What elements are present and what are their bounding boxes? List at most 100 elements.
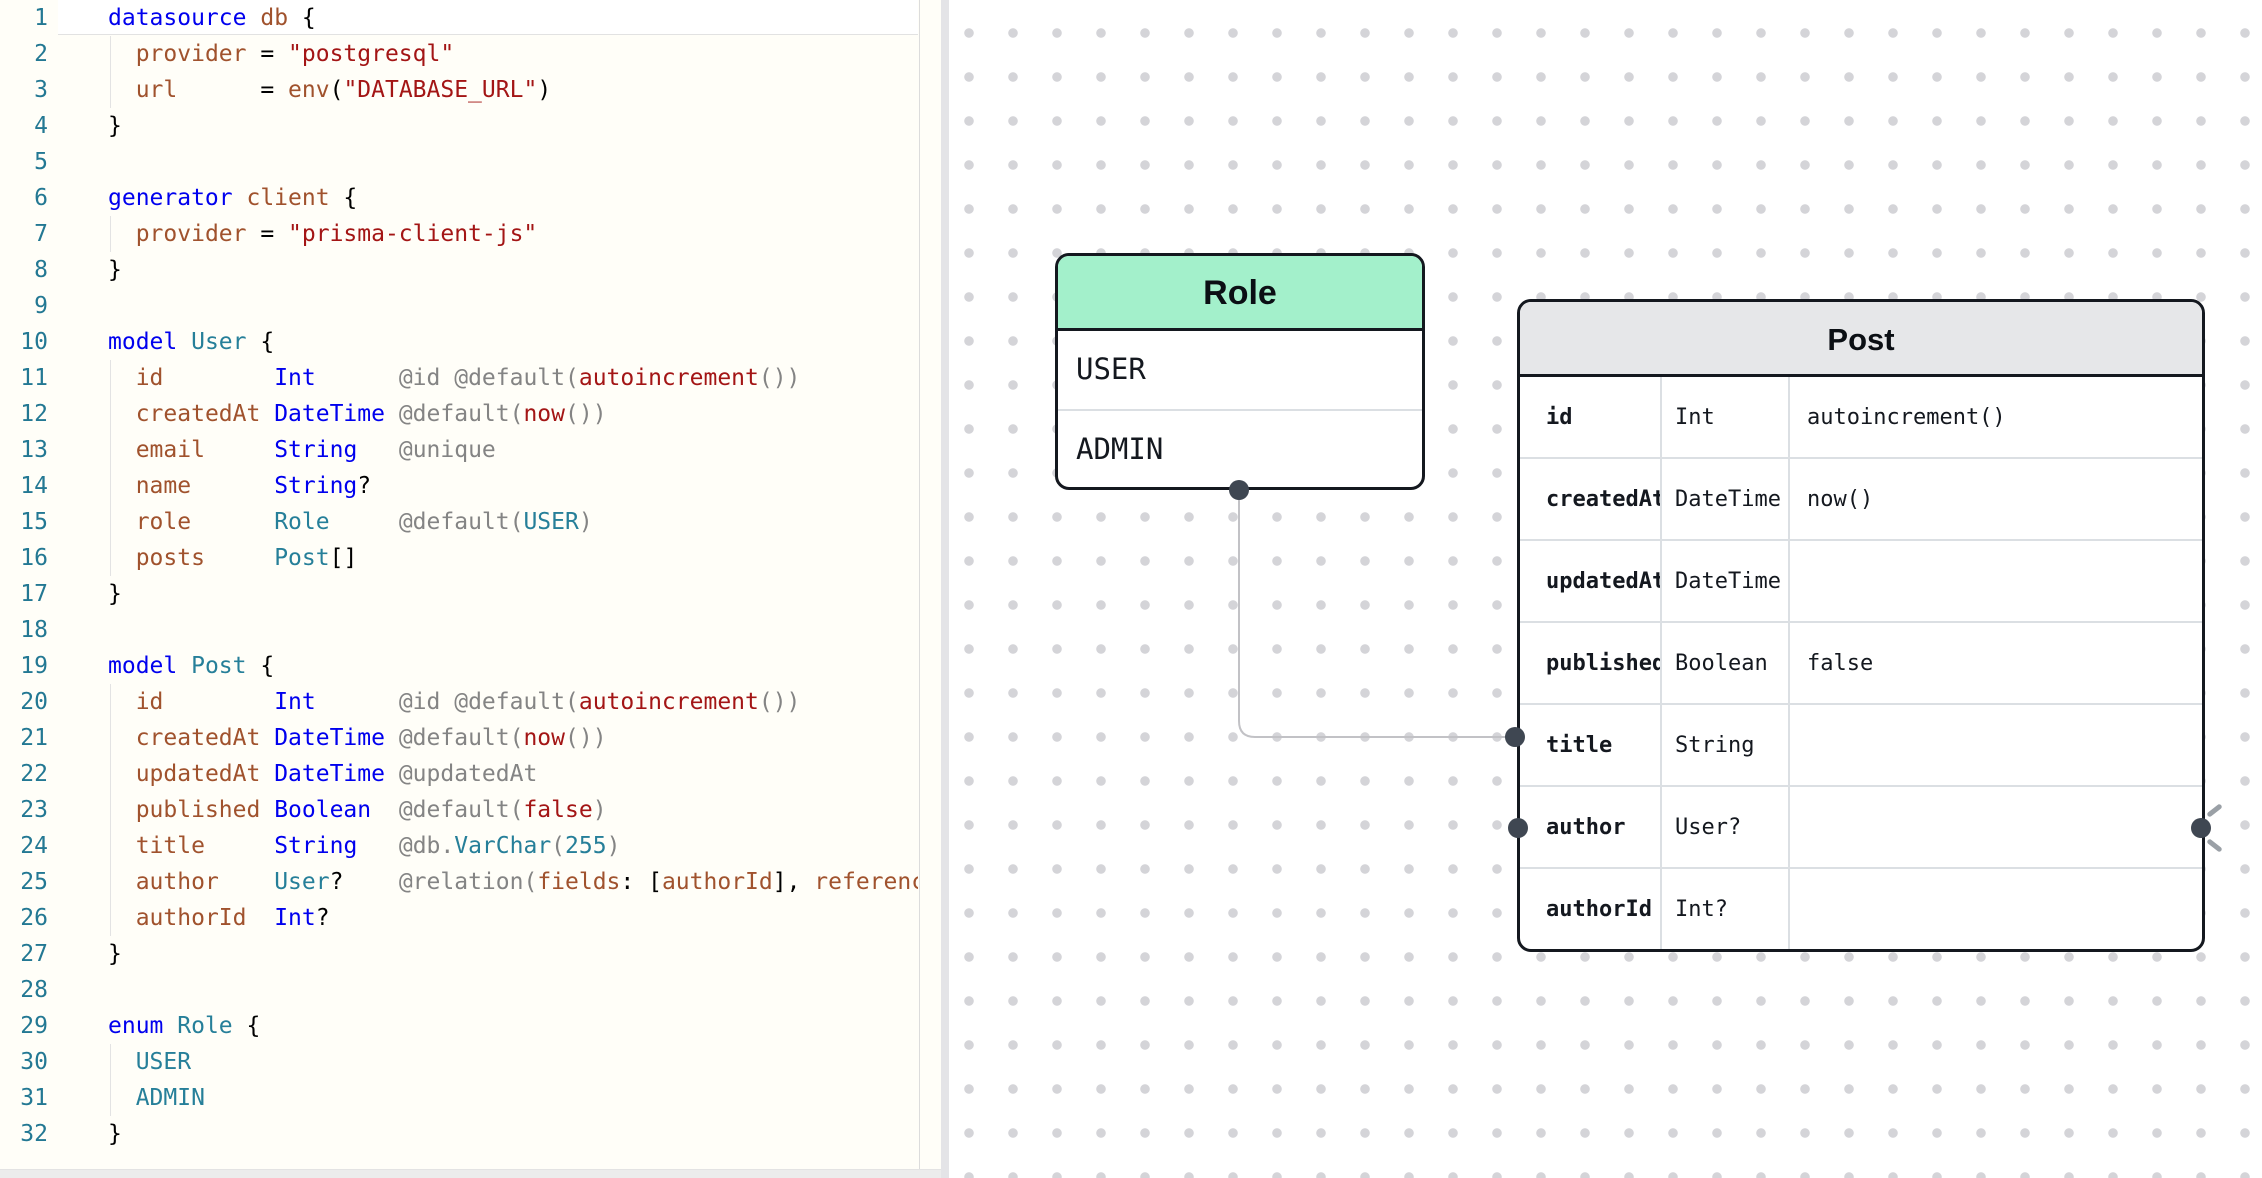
model-field-row[interactable]: idIntautoincrement() <box>1520 377 2202 457</box>
line-number: 26 <box>0 900 48 936</box>
code-editor-pane[interactable]: 1234567891011121314151617181920212223242… <box>0 0 941 1178</box>
post-left-handle-author[interactable] <box>1508 818 1528 838</box>
code-line[interactable]: email String @unique <box>108 432 918 468</box>
code-line[interactable]: model Post { <box>108 648 918 684</box>
line-number: 9 <box>0 288 48 324</box>
line-number-gutter: 1234567891011121314151617181920212223242… <box>0 0 48 1152</box>
code-line[interactable] <box>108 972 918 1008</box>
code-line[interactable]: id Int @id @default(autoincrement()) <box>108 360 918 396</box>
code-line[interactable] <box>108 288 918 324</box>
line-number: 24 <box>0 828 48 864</box>
line-number: 25 <box>0 864 48 900</box>
line-number: 29 <box>0 1008 48 1044</box>
line-number: 21 <box>0 720 48 756</box>
code-line[interactable]: enum Role { <box>108 1008 918 1044</box>
model-field-row[interactable]: authorUser? <box>1520 785 2202 867</box>
code-line[interactable]: } <box>108 936 918 972</box>
line-number: 14 <box>0 468 48 504</box>
line-number: 31 <box>0 1080 48 1116</box>
field-type: String <box>1662 705 1790 785</box>
line-number: 20 <box>0 684 48 720</box>
field-type: DateTime <box>1662 541 1790 621</box>
code-line[interactable]: createdAt DateTime @default(now()) <box>108 720 918 756</box>
line-number: 27 <box>0 936 48 972</box>
model-node-title[interactable]: Post <box>1520 302 2202 377</box>
field-default <box>1790 787 2202 867</box>
code-line[interactable]: } <box>108 252 918 288</box>
line-number: 8 <box>0 252 48 288</box>
code-line[interactable]: provider = "postgresql" <box>108 36 918 72</box>
line-number: 11 <box>0 360 48 396</box>
field-name: authorId <box>1520 869 1662 949</box>
code-line[interactable]: } <box>108 108 918 144</box>
enum-value-row[interactable]: ADMIN <box>1058 409 1422 489</box>
model-field-row[interactable]: authorIdInt? <box>1520 867 2202 949</box>
field-name: updatedAt <box>1520 541 1662 621</box>
code-line[interactable] <box>108 144 918 180</box>
code-line[interactable]: author User? @relation(fields: [authorId… <box>108 864 918 900</box>
field-name: author <box>1520 787 1662 867</box>
line-number: 10 <box>0 324 48 360</box>
line-number: 7 <box>0 216 48 252</box>
field-type: User? <box>1662 787 1790 867</box>
code-line[interactable]: url = env("DATABASE_URL") <box>108 72 918 108</box>
code-line[interactable]: USER <box>108 1044 918 1080</box>
line-number: 19 <box>0 648 48 684</box>
model-field-row[interactable]: createdAtDateTimenow() <box>1520 457 2202 539</box>
field-default: autoincrement() <box>1790 377 2202 457</box>
post-left-handle-title[interactable] <box>1505 727 1525 747</box>
line-number: 18 <box>0 612 48 648</box>
code-line[interactable]: model User { <box>108 324 918 360</box>
line-number: 16 <box>0 540 48 576</box>
line-number: 6 <box>0 180 48 216</box>
role-bottom-handle[interactable] <box>1229 480 1249 500</box>
model-field-row[interactable]: updatedAtDateTime <box>1520 539 2202 621</box>
code-line[interactable]: id Int @id @default(autoincrement()) <box>108 684 918 720</box>
code-line[interactable] <box>108 612 918 648</box>
model-field-row[interactable]: publishedBooleanfalse <box>1520 621 2202 703</box>
enum-value-row[interactable]: USER <box>1058 331 1422 409</box>
pane-resize-divider[interactable] <box>941 0 949 1178</box>
code-line[interactable]: datasource db { <box>108 0 918 36</box>
line-number: 2 <box>0 36 48 72</box>
field-default <box>1790 541 2202 621</box>
post-right-handle-author[interactable] <box>2191 818 2211 838</box>
line-number: 13 <box>0 432 48 468</box>
line-number: 23 <box>0 792 48 828</box>
code-line[interactable]: posts Post[] <box>108 540 918 576</box>
model-field-row[interactable]: titleString <box>1520 703 2202 785</box>
code-line[interactable]: published Boolean @default(false) <box>108 792 918 828</box>
code-line[interactable]: } <box>108 1116 918 1152</box>
line-number: 17 <box>0 576 48 612</box>
line-number: 4 <box>0 108 48 144</box>
field-type: Int? <box>1662 869 1790 949</box>
code-line[interactable]: ADMIN <box>108 1080 918 1116</box>
line-number: 22 <box>0 756 48 792</box>
code-line[interactable]: title String @db.VarChar(255) <box>108 828 918 864</box>
field-name: published <box>1520 623 1662 703</box>
enum-node-title[interactable]: Role <box>1058 256 1422 331</box>
field-default <box>1790 869 2202 949</box>
code-line[interactable]: role Role @default(USER) <box>108 504 918 540</box>
code-line[interactable]: updatedAt DateTime @updatedAt <box>108 756 918 792</box>
field-default: false <box>1790 623 2202 703</box>
field-type: DateTime <box>1662 459 1790 539</box>
line-number: 1 <box>0 0 48 36</box>
enum-node-role[interactable]: Role USERADMIN <box>1055 253 1425 490</box>
field-default: now() <box>1790 459 2202 539</box>
schema-code[interactable]: datasource db { provider = "postgresql" … <box>108 0 918 1152</box>
line-number: 32 <box>0 1116 48 1152</box>
field-type: Int <box>1662 377 1790 457</box>
code-line[interactable]: generator client { <box>108 180 918 216</box>
code-line[interactable]: createdAt DateTime @default(now()) <box>108 396 918 432</box>
field-default <box>1790 705 2202 785</box>
code-line[interactable]: name String? <box>108 468 918 504</box>
line-number: 3 <box>0 72 48 108</box>
model-node-post[interactable]: Post idIntautoincrement()createdAtDateTi… <box>1517 299 2205 952</box>
code-line[interactable]: } <box>108 576 918 612</box>
line-number: 28 <box>0 972 48 1008</box>
code-line[interactable]: provider = "prisma-client-js" <box>108 216 918 252</box>
editor-horizontal-scrollbar[interactable] <box>0 1169 941 1178</box>
line-number: 5 <box>0 144 48 180</box>
code-line[interactable]: authorId Int? <box>108 900 918 936</box>
